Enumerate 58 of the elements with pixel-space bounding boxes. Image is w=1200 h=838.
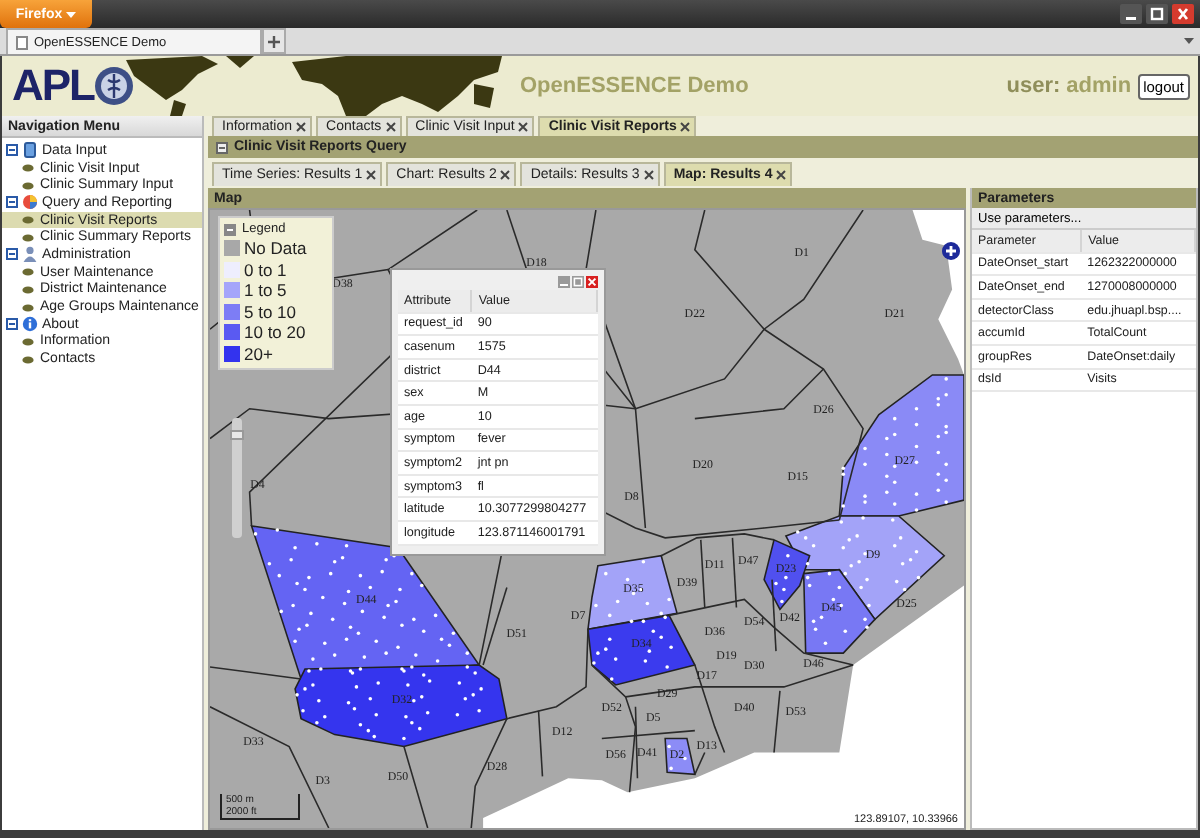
bullet-icon [22, 285, 34, 294]
app-title: OpenESSENCE Demo [520, 74, 749, 98]
legend-label: 5 to 10 [244, 301, 296, 322]
collapse-icon[interactable] [224, 223, 236, 235]
users-icon [22, 246, 38, 263]
info-icon [22, 316, 38, 333]
document-icon [22, 142, 38, 159]
legend-label: 0 to 1 [244, 259, 287, 280]
user-label: user: [1006, 74, 1061, 98]
close-icon[interactable] [518, 122, 529, 132]
bullet-icon [22, 303, 34, 312]
collapse-icon[interactable] [6, 248, 18, 261]
zoom-slider[interactable] [232, 418, 242, 538]
page-icon [16, 35, 28, 49]
district-area[interactable] [802, 568, 876, 654]
district-area[interactable] [763, 538, 811, 611]
plus-icon[interactable] [942, 242, 960, 260]
close-icon[interactable] [296, 122, 307, 132]
district-area[interactable] [587, 554, 679, 631]
new-tab-button[interactable] [262, 28, 286, 54]
legend-label: 1 to 5 [244, 280, 287, 301]
close-icon[interactable] [643, 170, 654, 180]
bullet-icon [22, 233, 34, 242]
pie-chart-icon [22, 194, 38, 211]
plus-icon [268, 35, 280, 47]
bullet-icon [22, 268, 34, 277]
case-dots [841, 377, 948, 512]
case-dots [667, 744, 687, 771]
close-icon[interactable] [1172, 4, 1194, 24]
caret-icon [66, 11, 77, 17]
bullet-icon [22, 164, 34, 173]
slider-handle[interactable] [230, 429, 244, 439]
minimize-icon[interactable] [1120, 4, 1142, 24]
maximize-icon[interactable] [1146, 4, 1168, 24]
collapse-icon[interactable] [6, 144, 18, 157]
close-icon[interactable] [680, 122, 691, 132]
close-icon[interactable] [366, 170, 377, 180]
legend-label: 20+ [244, 343, 273, 364]
collapse-icon[interactable] [216, 141, 228, 153]
district-area[interactable] [587, 614, 697, 686]
district-area[interactable] [838, 374, 964, 517]
collapse-icon[interactable] [6, 318, 18, 331]
logo-text: APL [12, 60, 94, 112]
close-icon[interactable] [776, 170, 787, 180]
close-icon[interactable] [385, 122, 396, 132]
legend-label: No Data [244, 238, 307, 259]
close-icon[interactable] [500, 170, 511, 180]
caret-icon[interactable] [1184, 38, 1194, 44]
district-area[interactable] [294, 664, 508, 748]
collapse-icon[interactable] [6, 196, 18, 209]
bullet-icon [22, 216, 34, 225]
bullet-icon [22, 181, 34, 190]
bullet-icon [22, 355, 34, 364]
user-name: admin [1066, 74, 1132, 98]
case-dots [592, 615, 673, 681]
emblem-icon [94, 66, 134, 106]
legend-label: 10 to 20 [244, 322, 306, 343]
bullet-icon [22, 337, 34, 346]
